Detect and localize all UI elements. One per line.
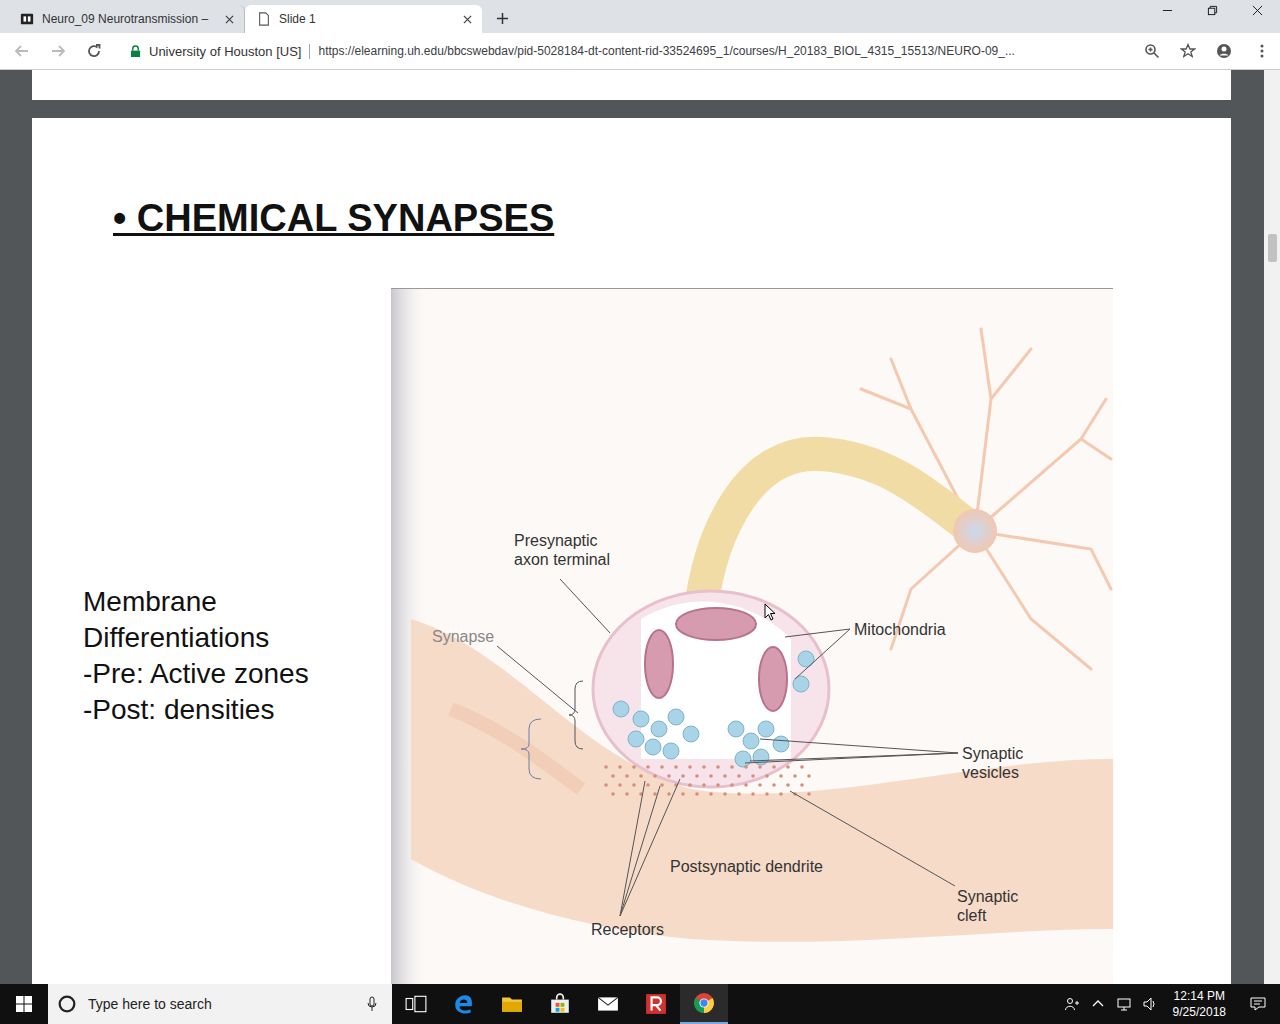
browser-tab[interactable]: Neuro_09 Neurotransmission – — [8, 5, 245, 33]
close-window-icon[interactable] — [1252, 5, 1263, 16]
mail-icon — [597, 993, 619, 1015]
zoom-icon[interactable] — [1144, 43, 1160, 59]
vesicles-label: Synapticvesicles — [962, 744, 1023, 782]
note-line: Differentiations — [83, 620, 391, 656]
address-bar[interactable]: University of Houston [US] https://elearn… — [122, 37, 1124, 65]
taskbar-search[interactable]: Type here to search — [48, 984, 392, 1024]
menu-icon[interactable] — [1260, 43, 1264, 59]
pdf-viewer: • CHEMICAL SYNAPSES MembraneDifferentiati… — [0, 70, 1280, 984]
red-app-icon — [645, 993, 667, 1015]
task-view-button[interactable] — [392, 984, 440, 1024]
note-line: -Post: densities — [83, 692, 391, 728]
cleft-label: Synapticcleft — [957, 887, 1018, 925]
tab-label: Slide 1 — [279, 12, 455, 26]
new-tab-icon[interactable] — [496, 12, 509, 25]
show-hidden-icons-icon[interactable] — [1090, 996, 1106, 1012]
toolbar: University of Houston [US] https://elearn… — [0, 33, 1280, 70]
taskbar: Type here to search 12:14 PM9/25/2018 — [0, 984, 1280, 1024]
account-icon[interactable] — [1216, 43, 1232, 59]
tab-strip: Neuro_09 Neurotransmission – Slide 1 — [0, 0, 1280, 33]
restore-icon[interactable] — [1207, 5, 1218, 16]
blackboard-icon — [20, 12, 34, 26]
site-identity[interactable]: University of Houston [US] — [149, 44, 310, 59]
browser-tab[interactable]: Slide 1 — [245, 5, 482, 33]
minimize-icon[interactable] — [1162, 5, 1173, 16]
note-line: -Pre: Active zones — [83, 656, 391, 692]
close-icon[interactable] — [463, 15, 472, 24]
synapse-label: Synapse — [432, 627, 494, 646]
edge-button[interactable] — [440, 984, 488, 1024]
desktop: Neuro_09 Neurotransmission – Slide 1 Unive… — [0, 0, 1280, 1024]
network-icon[interactable] — [1116, 996, 1132, 1012]
previous-page — [32, 70, 1231, 100]
microphone-icon[interactable] — [366, 996, 378, 1012]
slide-page: • CHEMICAL SYNAPSES MembraneDifferentiati… — [32, 118, 1231, 984]
volume-icon[interactable] — [1142, 996, 1158, 1012]
scrollbar[interactable] — [1264, 70, 1280, 984]
back-icon[interactable] — [14, 43, 30, 59]
people-icon[interactable] — [1064, 996, 1080, 1012]
edge-icon — [453, 993, 475, 1015]
receptors-label: Receptors — [591, 920, 664, 939]
slide-title: • CHEMICAL SYNAPSES — [113, 118, 1231, 240]
app-r-button[interactable] — [632, 984, 680, 1024]
chrome-button[interactable] — [680, 984, 728, 1024]
notification-icon[interactable] — [1250, 996, 1266, 1012]
slide-notes: MembraneDifferentiations-Pre: Active zon… — [83, 288, 391, 984]
mouse-cursor-icon — [764, 603, 776, 621]
mail-button[interactable] — [584, 984, 632, 1024]
close-icon[interactable] — [225, 15, 234, 24]
store-button[interactable] — [536, 984, 584, 1024]
url-text[interactable]: https://elearning.uh.edu/bbcswebdav/pid-… — [318, 44, 1014, 58]
synapse-figure: Presynapticaxon terminal Synapse Mitochond… — [391, 288, 1113, 984]
clock[interactable]: 12:14 PM9/25/2018 — [1163, 988, 1236, 1020]
dendrite-label: Postsynaptic dendrite — [670, 857, 823, 876]
lock-icon — [130, 45, 141, 58]
forward-icon[interactable] — [50, 43, 66, 59]
synapse-diagram — [391, 289, 1113, 984]
mitochondria-label: Mitochondria — [854, 620, 946, 639]
presynaptic-label: Presynapticaxon terminal — [514, 531, 610, 569]
chrome-icon — [693, 992, 715, 1014]
clock-time: 12:14 PM — [1173, 988, 1226, 1004]
clock-date: 9/25/2018 — [1173, 1004, 1226, 1020]
star-icon[interactable] — [1180, 43, 1196, 59]
search-placeholder: Type here to search — [88, 996, 354, 1012]
store-icon — [549, 993, 571, 1015]
tab-label: Neuro_09 Neurotransmission – — [42, 12, 217, 26]
document-icon — [257, 12, 271, 26]
scrollbar-thumb[interactable] — [1268, 234, 1277, 262]
note-line: Membrane — [83, 584, 391, 620]
file-explorer-button[interactable] — [488, 984, 536, 1024]
task-view-icon — [405, 993, 427, 1015]
windows-logo-icon[interactable] — [16, 996, 32, 1012]
reload-icon[interactable] — [86, 43, 102, 59]
folder-icon — [501, 993, 523, 1015]
cortana-icon — [58, 995, 76, 1013]
